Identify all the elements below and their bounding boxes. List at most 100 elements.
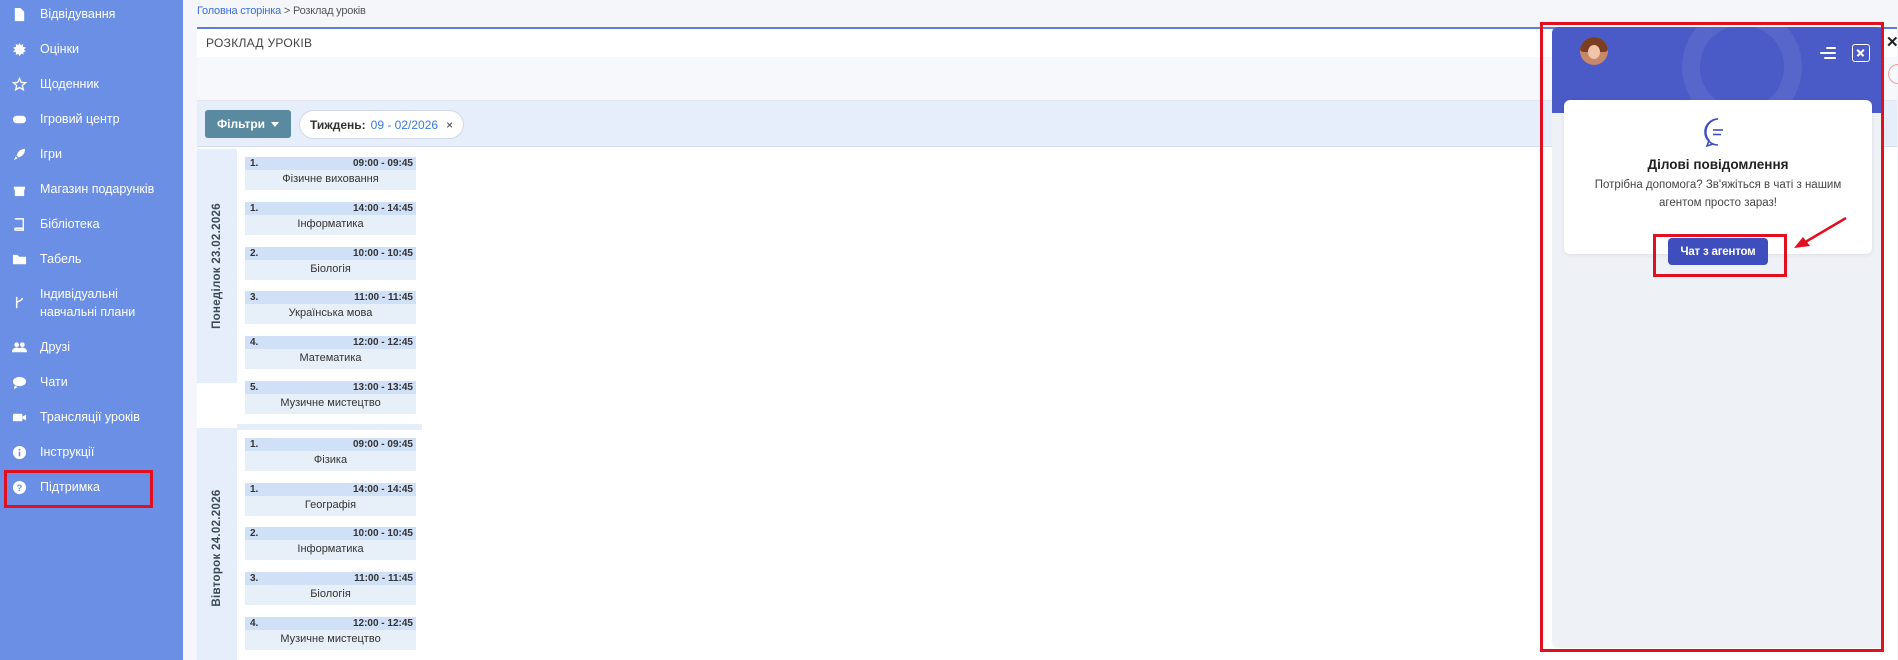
lesson-subject: Географія — [245, 496, 416, 516]
day-block-tuesday: Вівторок 24.02.2026 1. 09:00 - 09:45 Фізик… — [197, 428, 422, 660]
sidebar-item-label: Друзі — [40, 340, 71, 354]
filters-button-label: Фільтри — [216, 117, 266, 131]
breadcrumb-separator: > — [281, 5, 293, 17]
lesson-subject: Українська мова — [245, 304, 416, 324]
lesson-number: 5. — [250, 382, 259, 393]
sidebar-item-diary[interactable]: Щоденник — [0, 75, 183, 93]
sidebar-item-label-group: Індивідуальні навчальні плани — [40, 285, 135, 321]
sidebar-item-library[interactable]: Бібліотека — [0, 215, 183, 233]
book-icon — [10, 215, 28, 233]
lesson-item[interactable]: 4. 12:00 - 12:45 Математика — [245, 336, 416, 373]
lesson-number: 1. — [250, 484, 259, 495]
sidebar-item-label: Інструкції — [40, 445, 95, 459]
sidebar-item-label: Оцінки — [40, 42, 80, 56]
lesson-time: 14:00 - 14:45 — [352, 203, 413, 214]
lesson-time: 11:00 - 11:45 — [354, 573, 413, 584]
lesson-subject: Математика — [245, 349, 416, 369]
lesson-subject: Музичне мистецтво — [245, 394, 416, 414]
lesson-number: 3. — [250, 292, 259, 303]
button-highlight-box — [1653, 234, 1787, 277]
sidebar-item-gift-shop[interactable]: Магазин подарунків — [0, 180, 183, 198]
sidebar-item-attendance[interactable]: Відвідування — [0, 5, 183, 23]
sidebar-item-grades[interactable]: Оцінки — [0, 40, 183, 58]
lesson-item[interactable]: 3. 11:00 - 11:45 Біологія — [245, 572, 416, 609]
sidebar-item-label: Магазин подарунків — [40, 182, 155, 196]
day-label: Понеділок 23.02.2026 — [197, 149, 237, 383]
lesson-number: 3. — [250, 573, 259, 584]
info-icon — [10, 443, 28, 461]
sidebar: Відвідування Оцінки Щоденник Ігровий цен… — [0, 0, 183, 660]
lesson-number: 2. — [250, 528, 259, 539]
video-icon — [10, 408, 28, 426]
lesson-number: 4. — [250, 337, 259, 348]
breadcrumb: Головна сторінка > Розклад уроків — [197, 5, 366, 17]
remove-filter-icon[interactable]: × — [446, 118, 453, 132]
lesson-subject: Інформатика — [245, 540, 416, 560]
close-x-icon[interactable]: ✕ — [1886, 33, 1898, 51]
lesson-item[interactable]: 3. 11:00 - 11:45 Українська мова — [245, 291, 416, 328]
lesson-subject: Біологія — [245, 260, 416, 280]
lesson-number: 2. — [250, 248, 259, 259]
folder-icon — [10, 250, 28, 268]
lesson-time: 09:00 - 09:45 — [352, 439, 413, 450]
lesson-time: 10:00 - 10:45 — [352, 248, 413, 259]
week-filter-value[interactable]: 09 - 02/2026 — [371, 118, 438, 132]
breadcrumb-home-link[interactable]: Головна сторінка — [197, 5, 281, 17]
lesson-item[interactable]: 1. 09:00 - 09:45 Фізичне виховання — [245, 157, 416, 194]
lesson-item[interactable]: 5. 13:00 - 13:45 Музичне мистецтво — [245, 381, 416, 418]
sidebar-item-chats[interactable]: Чати — [0, 373, 183, 391]
sidebar-item-individual-plans[interactable]: Індивідуальні навчальні плани — [0, 285, 183, 321]
day-label-text: Понеділок 23.02.2026 — [211, 203, 223, 329]
lesson-item[interactable]: 1. 14:00 - 14:45 Інформатика — [245, 202, 416, 239]
lesson-item[interactable]: 2. 10:00 - 10:45 Інформатика — [245, 527, 416, 564]
gamepad-icon — [10, 110, 28, 128]
lesson-time: 13:00 - 13:45 — [352, 382, 413, 393]
filters-button[interactable]: Фільтри — [205, 110, 291, 138]
sidebar-item-label: Чати — [40, 375, 68, 389]
lesson-item[interactable]: 2. 10:00 - 10:45 Біологія — [245, 247, 416, 284]
gift-icon — [10, 180, 28, 198]
caret-down-icon — [271, 121, 280, 127]
lesson-item[interactable]: 1. 09:00 - 09:45 Фізика — [245, 438, 416, 475]
sidebar-item-game-center[interactable]: Ігровий центр — [0, 110, 183, 128]
chat-icon — [10, 373, 28, 391]
lesson-subject: Фізичне виховання — [245, 170, 416, 190]
sidebar-item-label: Бібліотека — [40, 217, 100, 231]
file-icon — [10, 5, 28, 23]
sidebar-item-label: Трансляції уроків — [40, 410, 140, 424]
day-label: Вівторок 24.02.2026 — [197, 428, 237, 660]
lesson-subject: Фізика — [245, 451, 416, 471]
branch-icon — [10, 293, 28, 311]
week-filter-label: Тиждень: — [310, 117, 366, 132]
lesson-number: 1. — [250, 203, 259, 214]
sidebar-item-label-line2: навчальні плани — [40, 305, 136, 319]
lesson-number: 1. — [250, 158, 259, 169]
sidebar-item-friends[interactable]: Друзі — [0, 338, 183, 356]
lesson-number: 1. — [250, 439, 259, 450]
sidebar-item-lesson-streams[interactable]: Трансляції уроків — [0, 408, 183, 426]
lesson-time: 14:00 - 14:45 — [352, 484, 413, 495]
week-filter-chip: Тиждень: 09 - 02/2026 × — [299, 110, 465, 139]
support-highlight-box — [4, 470, 153, 508]
lesson-time: 09:00 - 09:45 — [352, 158, 413, 169]
red-arrow-icon — [1794, 216, 1847, 248]
rocket-icon — [10, 145, 28, 163]
lesson-time: 10:00 - 10:45 — [352, 528, 413, 539]
sidebar-item-report-card[interactable]: Табель — [0, 250, 183, 268]
chat-highlight-box — [1540, 22, 1884, 652]
sidebar-item-label: Відвідування — [40, 7, 116, 21]
sidebar-item-label: Щоденник — [40, 77, 99, 91]
sidebar-item-label: Ігровий центр — [40, 112, 120, 126]
star-icon — [10, 75, 28, 93]
lesson-item[interactable]: 4. 12:00 - 12:45 Музичне мистецтво — [245, 617, 416, 654]
sidebar-item-label: Ігри — [40, 147, 62, 161]
lesson-subject: Музичне мистецтво — [245, 630, 416, 650]
day-label-text: Вівторок 24.02.2026 — [211, 489, 223, 607]
sidebar-item-label: Індивідуальні — [40, 287, 118, 301]
lesson-item[interactable]: 1. 14:00 - 14:45 Географія — [245, 483, 416, 520]
breadcrumb-current: Розклад уроків — [292, 5, 366, 17]
lesson-time: 12:00 - 12:45 — [352, 337, 413, 348]
sidebar-item-games[interactable]: Ігри — [0, 145, 183, 163]
sidebar-item-instructions[interactable]: Інструкції — [0, 443, 183, 461]
lesson-time: 12:00 - 12:45 — [352, 618, 413, 629]
